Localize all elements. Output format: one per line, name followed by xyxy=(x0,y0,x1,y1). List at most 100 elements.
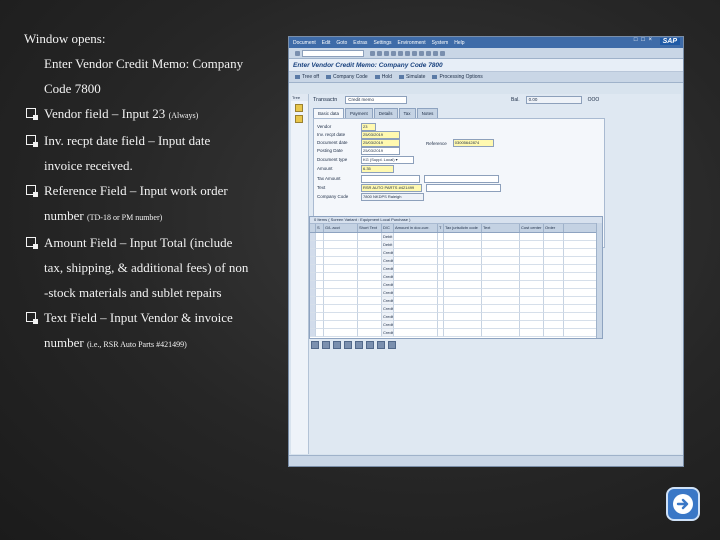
table-cell[interactable] xyxy=(358,265,382,273)
table-cell[interactable] xyxy=(482,233,520,241)
vendor-field[interactable]: 23 xyxy=(361,122,376,131)
menu-extras[interactable]: Extras xyxy=(353,40,367,46)
back-icon[interactable] xyxy=(377,50,382,56)
table-cell[interactable] xyxy=(358,305,382,313)
table-cell[interactable]: Debit xyxy=(382,241,394,249)
table-cell[interactable] xyxy=(544,305,564,313)
table-cell[interactable] xyxy=(444,273,482,281)
table-cell[interactable] xyxy=(316,289,324,297)
table-row[interactable]: Credit xyxy=(310,297,602,305)
table-cell[interactable] xyxy=(520,249,544,257)
tax-amount-field[interactable] xyxy=(361,174,420,183)
table-cell[interactable] xyxy=(520,281,544,289)
find-icon[interactable] xyxy=(405,50,410,56)
table-cell[interactable] xyxy=(544,329,564,337)
table-cell[interactable] xyxy=(520,313,544,321)
print-icon[interactable] xyxy=(398,50,403,56)
cancel-icon[interactable] xyxy=(391,50,396,56)
table-cell[interactable] xyxy=(444,289,482,297)
table-cell[interactable] xyxy=(482,289,520,297)
table-cell[interactable] xyxy=(324,249,358,257)
table-cell[interactable] xyxy=(482,297,520,305)
table-cell[interactable] xyxy=(358,281,382,289)
menu-environment[interactable]: Environment xyxy=(398,40,426,46)
table-cell[interactable] xyxy=(394,321,438,329)
table-cell[interactable] xyxy=(358,329,382,337)
table-cell[interactable] xyxy=(324,257,358,265)
table-cell[interactable] xyxy=(316,241,324,249)
table-cell[interactable] xyxy=(324,321,358,329)
table-cell[interactable] xyxy=(324,273,358,281)
delete-row-icon[interactable] xyxy=(344,341,352,349)
table-cell[interactable]: Credit xyxy=(382,289,394,297)
column-header[interactable]: D/C xyxy=(382,224,394,232)
table-cell[interactable]: Credit xyxy=(382,265,394,273)
table-cell[interactable]: Credit xyxy=(382,297,394,305)
table-cell[interactable] xyxy=(482,273,520,281)
table-cell[interactable] xyxy=(316,265,324,273)
table-cell[interactable] xyxy=(358,257,382,265)
sum-icon[interactable] xyxy=(388,341,396,349)
reference-field[interactable]: 03005642874 xyxy=(452,139,494,147)
table-cell[interactable] xyxy=(444,257,482,265)
table-cell[interactable]: Credit xyxy=(382,257,394,265)
table-cell[interactable] xyxy=(444,233,482,241)
table-cell[interactable] xyxy=(324,305,358,313)
folder-icon[interactable] xyxy=(295,104,303,112)
column-header[interactable]: G/L acct xyxy=(324,224,358,232)
table-cell[interactable]: Credit xyxy=(382,305,394,313)
table-cell[interactable] xyxy=(358,321,382,329)
table-cell[interactable] xyxy=(444,281,482,289)
table-cell[interactable] xyxy=(482,305,520,313)
table-cell[interactable] xyxy=(316,313,324,321)
table-cell[interactable]: Credit xyxy=(382,281,394,289)
table-cell[interactable] xyxy=(394,257,438,265)
table-cell[interactable] xyxy=(394,289,438,297)
table-row[interactable]: Credit xyxy=(310,289,602,297)
table-row[interactable]: Credit xyxy=(310,321,602,329)
table-cell[interactable]: Credit xyxy=(382,313,394,321)
tax-amount-field-2[interactable] xyxy=(424,174,499,183)
inv-date-field[interactable]: 25/03/2019 xyxy=(361,130,400,139)
menu-goto[interactable]: Goto xyxy=(336,40,347,46)
table-cell[interactable] xyxy=(394,233,438,241)
table-row[interactable]: Credit xyxy=(310,281,602,289)
menu-system[interactable]: System xyxy=(432,40,449,46)
menu-document[interactable]: Document xyxy=(293,40,316,46)
insert-row-icon[interactable] xyxy=(333,341,341,349)
table-cell[interactable] xyxy=(394,249,438,257)
company-code-button[interactable]: Company Code xyxy=(325,74,368,80)
table-cell[interactable] xyxy=(444,313,482,321)
table-row[interactable]: Credit xyxy=(310,249,602,257)
table-cell[interactable] xyxy=(444,321,482,329)
table-cell[interactable] xyxy=(482,313,520,321)
table-cell[interactable] xyxy=(520,233,544,241)
table-cell[interactable] xyxy=(394,265,438,273)
amount-field[interactable]: 6.35 xyxy=(361,164,394,173)
table-cell[interactable] xyxy=(544,241,564,249)
tree-off-button[interactable]: Tree off xyxy=(295,74,319,80)
table-row[interactable]: Credit xyxy=(310,257,602,265)
next-slide-button[interactable] xyxy=(666,487,700,521)
table-cell[interactable] xyxy=(482,249,520,257)
menu-settings[interactable]: Settings xyxy=(373,40,391,46)
transaction-select[interactable]: Credit memo xyxy=(345,96,408,104)
copy-row-icon[interactable] xyxy=(355,341,363,349)
tab-tax[interactable]: Tax xyxy=(398,108,416,118)
table-cell[interactable] xyxy=(316,257,324,265)
table-cell[interactable] xyxy=(520,329,544,337)
help-icon[interactable] xyxy=(440,50,445,56)
folder-icon[interactable] xyxy=(295,115,303,123)
table-cell[interactable] xyxy=(544,281,564,289)
table-cell[interactable]: Credit xyxy=(382,273,394,281)
table-cell[interactable] xyxy=(544,297,564,305)
table-cell[interactable] xyxy=(316,297,324,305)
table-cell[interactable] xyxy=(520,273,544,281)
table-cell[interactable] xyxy=(482,257,520,265)
menu-edit[interactable]: Edit xyxy=(322,40,331,46)
table-cell[interactable] xyxy=(544,313,564,321)
table-cell[interactable] xyxy=(544,265,564,273)
table-cell[interactable] xyxy=(316,329,324,337)
table-cell[interactable] xyxy=(544,321,564,329)
command-field[interactable] xyxy=(302,49,364,57)
